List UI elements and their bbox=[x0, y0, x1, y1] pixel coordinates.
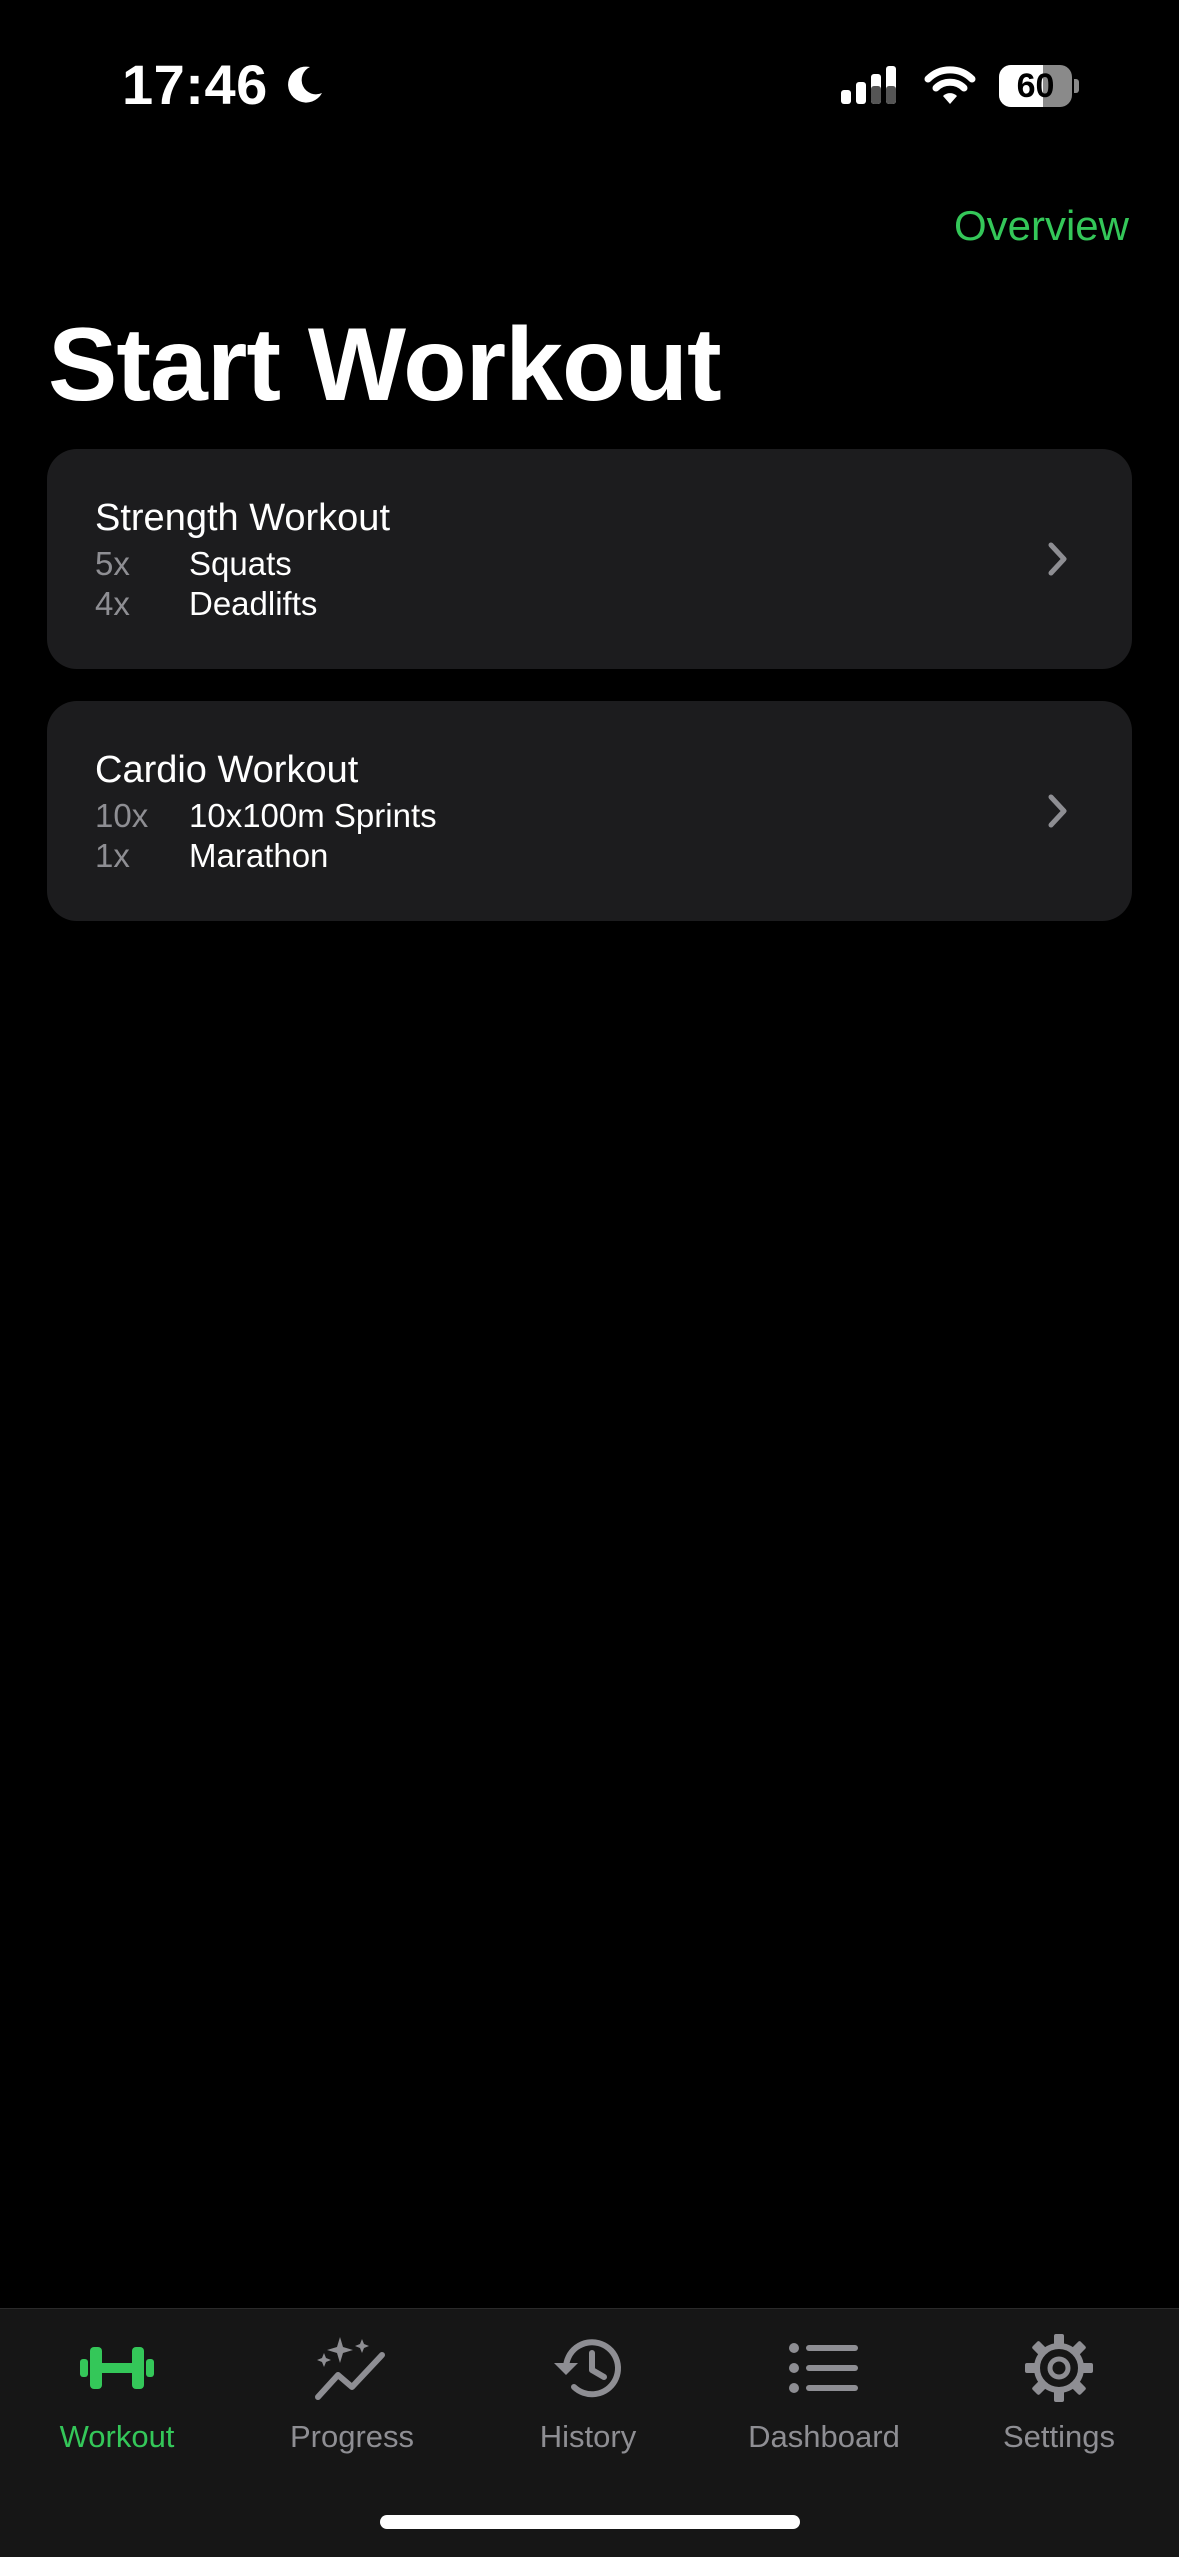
signal-icon bbox=[841, 66, 896, 104]
tab-settings[interactable]: Settings bbox=[959, 2333, 1159, 2455]
status-icons: 60 bbox=[839, 64, 1079, 108]
battery-icon: 60 bbox=[999, 64, 1079, 108]
tab-history[interactable]: History bbox=[488, 2333, 688, 2455]
tab-dashboard[interactable]: Dashboard bbox=[724, 2333, 924, 2455]
sparkle-chart-icon bbox=[315, 2337, 385, 2400]
exercise-row: 1x Marathon bbox=[95, 837, 328, 875]
workout-title: Strength Workout bbox=[95, 497, 391, 539]
status-bar: 17:46 60 bbox=[0, 0, 1179, 170]
workout-title: Cardio Workout bbox=[95, 749, 359, 791]
battery-text: 60 bbox=[1016, 66, 1055, 105]
overview-button[interactable]: Overview bbox=[954, 202, 1129, 250]
exercise-name: 10x100m Sprints bbox=[189, 797, 437, 834]
tab-label: Workout bbox=[59, 2419, 175, 2454]
list-icon bbox=[789, 2343, 858, 2393]
exercise-row: 5x Squats bbox=[95, 545, 292, 583]
tab-workout[interactable]: Workout bbox=[17, 2333, 217, 2455]
exercise-count: 1x bbox=[95, 837, 130, 874]
home-indicator bbox=[380, 2515, 800, 2529]
exercise-row: 10x 10x100m Sprints bbox=[95, 797, 437, 835]
battery-tip bbox=[1074, 79, 1079, 93]
exercise-count: 5x bbox=[95, 545, 130, 582]
tab-label: Settings bbox=[1002, 2419, 1115, 2454]
exercise-name: Marathon bbox=[189, 837, 329, 874]
moon-icon bbox=[287, 66, 322, 103]
tab-progress[interactable]: Progress bbox=[252, 2333, 452, 2455]
dumbbell-icon bbox=[80, 2347, 154, 2389]
workout-card-strength[interactable]: Strength Workout 5x Squats 4x Deadlifts bbox=[47, 449, 1132, 669]
exercise-count: 4x bbox=[95, 585, 130, 622]
tab-label: Dashboard bbox=[748, 2419, 900, 2454]
wifi-icon bbox=[924, 66, 976, 104]
tab-label: History bbox=[539, 2419, 637, 2454]
status-time-text: 17:46 bbox=[122, 53, 268, 116]
gear-icon bbox=[1025, 2334, 1093, 2402]
battery-body: 60 bbox=[999, 65, 1073, 107]
tab-label: Progress bbox=[289, 2419, 415, 2454]
page-title: Start Workout bbox=[48, 307, 722, 423]
status-time: 17:46 bbox=[122, 52, 326, 117]
history-clock-icon bbox=[554, 2339, 621, 2398]
exercise-count: 10x bbox=[95, 797, 149, 834]
exercise-name: Squats bbox=[189, 545, 292, 582]
chevron-right-icon bbox=[1048, 542, 1067, 576]
chevron-right-icon bbox=[1048, 794, 1067, 828]
workout-card-cardio[interactable]: Cardio Workout 10x 10x100m Sprints 1x Ma… bbox=[47, 701, 1132, 921]
exercise-name: Deadlifts bbox=[189, 585, 318, 622]
exercise-row: 4x Deadlifts bbox=[95, 585, 317, 623]
